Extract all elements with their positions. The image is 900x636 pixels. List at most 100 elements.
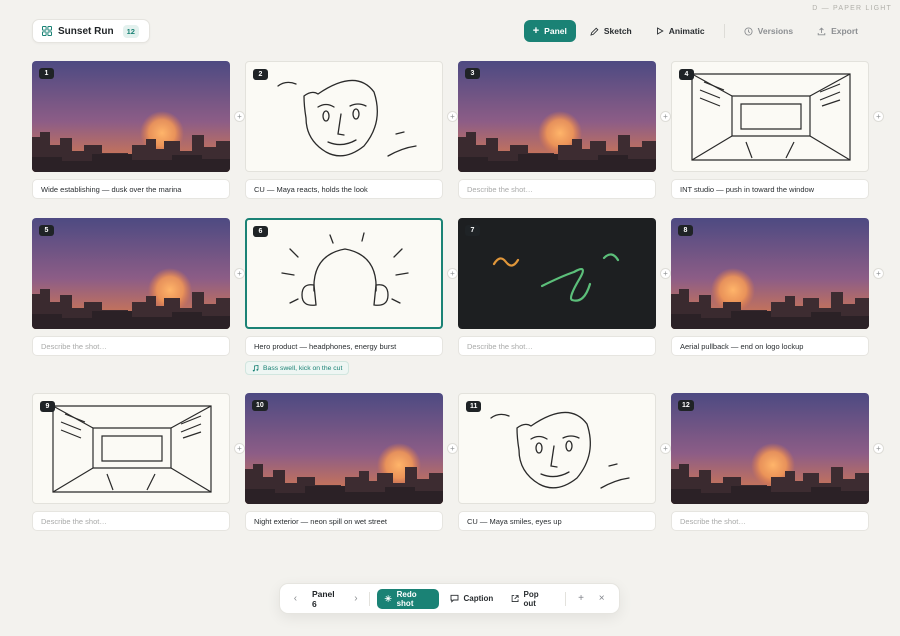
insert-panel-button[interactable]: + <box>660 111 671 122</box>
story-panel: 3 Describe the shot… <box>458 61 656 199</box>
panel-action-bar: ‹ Panel 6 › Redo shot Caption Pop out + … <box>279 583 620 614</box>
panel-frame[interactable]: 3 <box>458 61 656 172</box>
toolbar: + Panel Sketch Animatic Versions Export <box>523 20 868 42</box>
panel-frame[interactable]: 9 <box>32 393 230 504</box>
chevron-left-icon[interactable]: ‹ <box>289 593 302 604</box>
panel-number-badge: 11 <box>466 401 482 412</box>
panel-frame[interactable]: 12 <box>671 393 869 504</box>
insert-panel-button[interactable]: + <box>660 268 671 279</box>
caption-field[interactable]: CU — Maya smiles, eyes up <box>458 511 656 531</box>
panel-frame[interactable]: 11 <box>458 393 656 504</box>
panel-number-badge: 3 <box>465 68 480 79</box>
sparkle-icon <box>385 595 392 602</box>
sunset-artwork <box>671 393 869 504</box>
caption-label: Caption <box>463 594 494 603</box>
project-title: Sunset Run <box>58 25 114 37</box>
export-button[interactable]: Export <box>807 20 868 42</box>
insert-panel-button[interactable]: + <box>873 443 884 454</box>
panel-number-badge: 4 <box>679 69 694 80</box>
story-panel: 4 INT studio — push in toward the window <box>671 61 869 199</box>
project-chip[interactable]: Sunset Run 12 <box>32 19 150 43</box>
panel-number-badge: 9 <box>40 401 55 412</box>
story-panel: 11 CU — Maya smiles, eyes up <box>458 393 656 531</box>
story-panel: 6 Hero product — headphones, energy burst… <box>245 218 443 375</box>
caption-button[interactable]: Caption <box>443 589 500 609</box>
scribble-artwork <box>492 253 620 302</box>
panel-count-badge: 12 <box>122 24 139 38</box>
story-panel: 8 Aerial pullback — end on logo lockup <box>671 218 869 356</box>
versions-button[interactable]: Versions <box>734 20 803 42</box>
panel-frame[interactable]: 4 <box>671 61 869 172</box>
insert-panel-button[interactable]: + <box>447 268 458 279</box>
caption-field[interactable]: Night exterior — neon spill on wet stree… <box>245 511 443 531</box>
sunset-artwork <box>671 218 869 329</box>
insert-panel-button[interactable]: + <box>873 268 884 279</box>
sound-note-chip[interactable]: Bass swell, kick on the cut <box>245 361 350 375</box>
sketch-label: Sketch <box>603 26 632 36</box>
grid-icon <box>42 26 52 36</box>
sketch-button[interactable]: Sketch <box>580 20 642 42</box>
versions-label: Versions <box>757 26 794 36</box>
pop-out-button[interactable]: Pop out <box>504 589 558 609</box>
pop-out-label: Pop out <box>523 589 539 608</box>
room-artwork <box>52 405 212 493</box>
caption-field[interactable]: Aerial pullback — end on logo lockup <box>671 336 869 356</box>
panel-frame[interactable]: 6 <box>245 218 443 329</box>
chevron-right-icon[interactable]: › <box>349 593 362 604</box>
caption-placeholder[interactable]: Describe the shot… <box>32 511 230 531</box>
caption-field[interactable]: Hero product — headphones, energy burst <box>245 336 443 356</box>
headphones-artwork <box>281 232 409 306</box>
insert-panel-button[interactable]: + <box>447 111 458 122</box>
theme-label: D — PAPER LIGHT <box>812 5 892 12</box>
music-note-icon <box>252 364 259 371</box>
plus-icon[interactable]: + <box>573 593 590 604</box>
panel-number-badge: 12 <box>678 400 694 411</box>
pencil-icon <box>590 27 599 36</box>
caption-placeholder[interactable]: Describe the shot… <box>458 336 656 356</box>
panel-number-badge: 2 <box>253 69 268 80</box>
caption-placeholder[interactable]: Describe the shot… <box>32 336 230 356</box>
panel-number-badge: 6 <box>253 226 268 237</box>
panel-frame[interactable]: 8 <box>671 218 869 329</box>
insert-panel-button[interactable]: + <box>234 443 245 454</box>
caption-field[interactable]: Wide establishing — dusk over the marina <box>32 179 230 199</box>
panel-frame[interactable]: 7 <box>458 218 656 329</box>
insert-panel-button[interactable]: + <box>234 111 245 122</box>
insert-panel-button[interactable]: + <box>660 443 671 454</box>
panel-number-badge: 8 <box>678 225 693 236</box>
caption-placeholder[interactable]: Describe the shot… <box>671 511 869 531</box>
speech-bubble-icon <box>451 594 459 603</box>
sunset-artwork <box>458 61 656 172</box>
panel-frame[interactable]: 1 <box>32 61 230 172</box>
panel-number-badge: 5 <box>39 225 54 236</box>
play-icon <box>656 27 664 35</box>
caption-field[interactable]: INT studio — push in toward the window <box>671 179 869 199</box>
plus-icon: + <box>532 24 540 37</box>
panel-number-badge: 10 <box>252 400 268 411</box>
insert-panel-button[interactable]: + <box>234 268 245 279</box>
panel-frame[interactable]: 2 <box>245 61 443 172</box>
toolbar-divider <box>723 24 725 38</box>
sunset-artwork <box>32 61 230 172</box>
story-panel: 5 Describe the shot… <box>32 218 230 356</box>
panel-frame[interactable]: 10 <box>245 393 443 504</box>
sunset-artwork <box>32 218 230 329</box>
sound-note-label: Bass swell, kick on the cut <box>263 364 343 372</box>
close-icon[interactable]: × <box>593 593 610 604</box>
add-panel-button[interactable]: + Panel <box>523 20 576 42</box>
story-panel: 1 Wide establishing — dusk over the marin… <box>32 61 230 199</box>
caption-field[interactable]: CU — Maya reacts, holds the look <box>245 179 443 199</box>
animatic-label: Animatic <box>668 26 705 36</box>
animatic-button[interactable]: Animatic <box>646 20 715 42</box>
room-artwork <box>691 73 851 161</box>
insert-panel-button[interactable]: + <box>873 111 884 122</box>
insert-panel-button[interactable]: + <box>447 443 458 454</box>
caption-placeholder[interactable]: Describe the shot… <box>458 179 656 199</box>
sunset-artwork <box>245 393 443 504</box>
redo-shot-button[interactable]: Redo shot <box>377 588 440 609</box>
story-panel: 7 Describe the shot… <box>458 218 656 356</box>
export-label: Export <box>831 26 858 36</box>
story-panel: 2 CU — Maya reacts, holds the look <box>245 61 443 199</box>
panel-frame[interactable]: 5 <box>32 218 230 329</box>
add-panel-label: Panel <box>544 26 567 36</box>
